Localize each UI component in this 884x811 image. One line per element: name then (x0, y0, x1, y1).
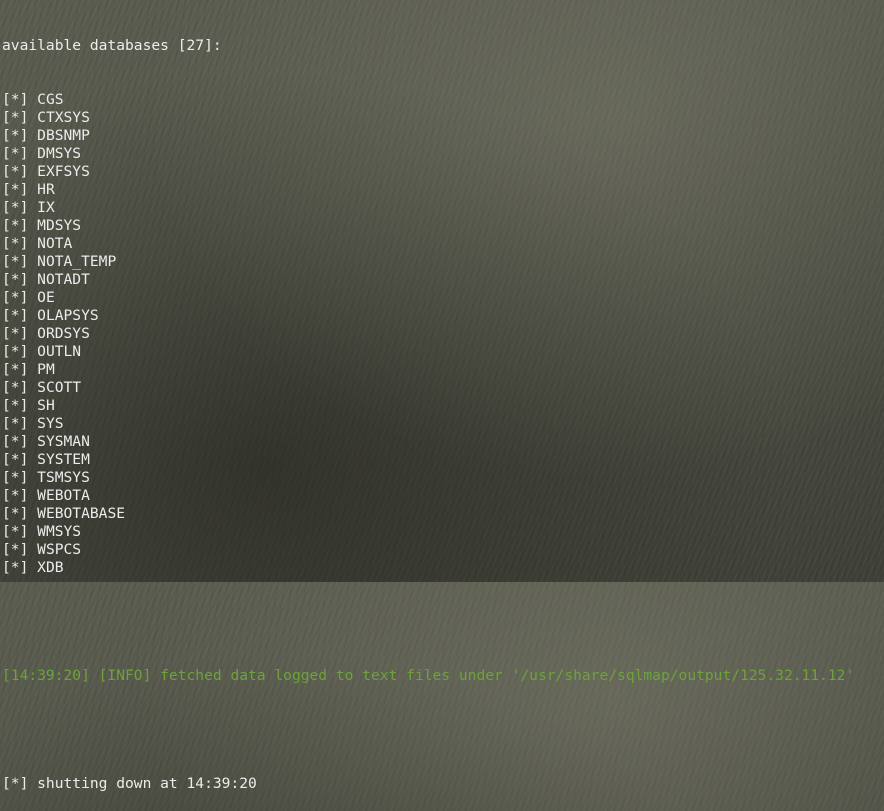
database-name: WMSYS (37, 523, 82, 540)
bullet-marker: [*] (2, 271, 29, 288)
database-list-item: [*] SCOTT (2, 379, 882, 397)
database-name: PM (37, 361, 55, 378)
database-name: SYSMAN (37, 433, 90, 450)
database-list-item: [*] DBSNMP (2, 127, 882, 145)
database-list-item: [*] WMSYS (2, 523, 882, 541)
bullet-marker: [*] (2, 415, 29, 432)
database-list-item: [*] SH (2, 397, 882, 415)
database-name: SYS (37, 415, 64, 432)
database-list-item: [*] XDB (2, 559, 882, 577)
bullet-marker: [*] (2, 451, 29, 468)
database-list-item: [*] PM (2, 361, 882, 379)
bullet-marker: [*] (2, 217, 29, 234)
database-list-item: [*] ORDSYS (2, 325, 882, 343)
database-list-item: [*] TSMSYS (2, 469, 882, 487)
database-list-item: [*] CTXSYS (2, 109, 882, 127)
database-name: EXFSYS (37, 163, 90, 180)
database-list-item: [*] WEBOTA (2, 487, 882, 505)
bullet-marker: [*] (2, 433, 29, 450)
database-name: SYSTEM (37, 451, 90, 468)
bullet-marker: [*] (2, 469, 29, 486)
bullet-marker: [*] (2, 505, 29, 522)
bullet-marker: [*] (2, 559, 29, 576)
database-name: DBSNMP (37, 127, 90, 144)
database-list-item: [*] HR (2, 181, 882, 199)
database-name: NOTA (37, 235, 73, 252)
bullet-marker: [*] (2, 235, 29, 252)
databases-header: available databases [27]: (2, 37, 222, 54)
bullet-marker: [*] (2, 541, 29, 558)
database-list-item: [*] DMSYS (2, 145, 882, 163)
database-name: CGS (37, 91, 64, 108)
database-list-item: [*] OUTLN (2, 343, 882, 361)
bullet-marker: [*] (2, 325, 29, 342)
database-list-item: [*] SYS (2, 415, 882, 433)
bullet-marker: [*] (2, 199, 29, 216)
database-name: TSMSYS (37, 469, 90, 486)
database-list-item: [*] CGS (2, 91, 882, 109)
database-list-item: [*] SYSTEM (2, 451, 882, 469)
database-name: OUTLN (37, 343, 82, 360)
database-list: [*] CGS [*] CTXSYS [*] DBSNMP [*] DMSYS [*] … (2, 91, 882, 577)
database-list-item: [*] IX (2, 199, 882, 217)
bullet-marker: [*] (2, 289, 29, 306)
database-list-item: [*] MDSYS (2, 217, 882, 235)
bullet-marker: [*] (2, 91, 29, 108)
database-name: HR (37, 181, 55, 198)
bullet-marker: [*] (2, 145, 29, 162)
database-list-item: [*] WEBOTABASE (2, 505, 882, 523)
database-name: OE (37, 289, 55, 306)
database-name: NOTA_TEMP (37, 253, 117, 270)
database-name: MDSYS (37, 217, 82, 234)
database-list-item: [*] WSPCS (2, 541, 882, 559)
bullet-marker: [*] (2, 397, 29, 414)
shutdown-line: [*] shutting down at 14:39:20 (2, 775, 257, 792)
database-name: WEBOTABASE (37, 505, 126, 522)
database-name: NOTADT (37, 271, 90, 288)
database-name: CTXSYS (37, 109, 90, 126)
bullet-marker: [*] (2, 343, 29, 360)
database-list-item: [*] EXFSYS (2, 163, 882, 181)
bullet-marker: [*] (2, 487, 29, 504)
database-name: WEBOTA (37, 487, 90, 504)
database-list-item: [*] OLAPSYS (2, 307, 882, 325)
database-name: DMSYS (37, 145, 82, 162)
database-name: ORDSYS (37, 325, 90, 342)
bullet-marker: [*] (2, 109, 29, 126)
database-name: SCOTT (37, 379, 82, 396)
database-list-item: [*] NOTA (2, 235, 882, 253)
bullet-marker: [*] (2, 127, 29, 144)
terminal-output: available databases [27]: [*] CGS [*] CTX… (2, 1, 882, 811)
bullet-marker: [*] (2, 163, 29, 180)
bullet-marker: [*] (2, 379, 29, 396)
database-name: IX (37, 199, 55, 216)
database-name: OLAPSYS (37, 307, 99, 324)
database-name: SH (37, 397, 55, 414)
bullet-marker: [*] (2, 361, 29, 378)
database-name: WSPCS (37, 541, 82, 558)
bullet-marker: [*] (2, 523, 29, 540)
bullet-marker: [*] (2, 307, 29, 324)
info-log-line: [14:39:20] [INFO] fetched data logged to… (2, 667, 855, 684)
database-list-item: [*] NOTADT (2, 271, 882, 289)
database-list-item: [*] OE (2, 289, 882, 307)
database-name: XDB (37, 559, 64, 576)
database-list-item: [*] SYSMAN (2, 433, 882, 451)
bullet-marker: [*] (2, 253, 29, 270)
bullet-marker: [*] (2, 181, 29, 198)
database-list-item: [*] NOTA_TEMP (2, 253, 882, 271)
